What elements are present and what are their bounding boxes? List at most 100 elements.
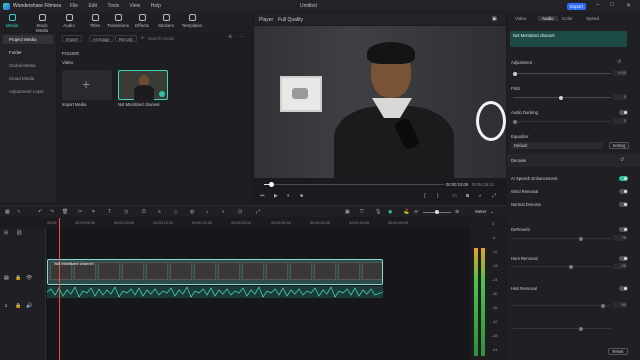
import-media-card[interactable]: + <box>62 70 112 100</box>
add-track-icon[interactable]: ⊞ <box>4 230 8 236</box>
zoom-knob[interactable] <box>435 210 439 214</box>
equalizer-setting-button[interactable]: Setting <box>609 142 629 149</box>
tool-media[interactable]: Media <box>0 14 24 28</box>
fullscreen-icon[interactable]: ⤢ <box>492 193 496 199</box>
mic-icon[interactable]: 🎙 <box>375 209 381 215</box>
timer-icon[interactable]: ⏱ <box>142 209 146 215</box>
minimize-icon[interactable]: – <box>596 2 599 8</box>
pause-icon[interactable]: ⏸ <box>287 193 290 199</box>
redo-icon[interactable]: ↷ <box>50 209 54 215</box>
denoise-reset-icon[interactable]: ↺ <box>620 157 624 163</box>
pitch-value[interactable]: 0 <box>613 94 627 100</box>
maximize-icon[interactable]: □ <box>610 2 614 8</box>
hiss-level-knob[interactable] <box>579 326 583 331</box>
zoom-out-icon[interactable]: ⊖ <box>414 209 418 215</box>
delete-icon[interactable]: 🗑 <box>62 209 68 215</box>
hiss-value[interactable]: 50 <box>613 302 627 308</box>
pitch-knob[interactable] <box>559 95 563 100</box>
speaker-icon[interactable]: 🔊 <box>26 303 32 309</box>
hum-slider[interactable] <box>513 264 611 269</box>
adjustment-value[interactable]: 0.00 <box>613 70 627 76</box>
reset-icon[interactable]: ↺ <box>617 59 621 65</box>
snap-icon[interactable]: ◉ <box>388 209 392 215</box>
hiss-slider[interactable] <box>513 303 611 308</box>
display-icon[interactable]: ▭ <box>452 193 457 199</box>
speed-icon[interactable]: ◷ <box>124 209 128 215</box>
filter-icon[interactable]: ⚟ <box>228 34 232 40</box>
text-icon[interactable]: T <box>108 209 111 215</box>
zoom-slider[interactable] <box>423 210 451 214</box>
dereverb-toggle[interactable] <box>619 227 628 232</box>
ducking-knob[interactable] <box>513 119 517 124</box>
hum-value[interactable]: -25 <box>613 263 627 269</box>
tab-video[interactable]: Video <box>515 16 526 21</box>
menu-edit[interactable]: Edit <box>88 3 97 9</box>
cut-icon[interactable]: ✂ <box>78 209 82 215</box>
play-icon[interactable]: ▶ <box>274 193 278 199</box>
video-thumbnail-card[interactable] <box>118 70 168 100</box>
close-icon[interactable]: ✕ <box>626 2 631 9</box>
audio-waveform[interactable] <box>46 286 384 298</box>
hiss-knob[interactable] <box>601 303 605 308</box>
adjust-icon[interactable]: ≡ <box>158 209 161 215</box>
tab-color[interactable]: Color <box>562 16 573 21</box>
sidebar-item-folder[interactable]: Folder <box>3 48 53 57</box>
search-input[interactable]: Search media <box>148 35 218 42</box>
stabilize-icon[interactable]: ⊡ <box>238 209 242 215</box>
mark-out-icon[interactable]: } <box>437 193 439 199</box>
dereverb-slider[interactable] <box>513 236 611 241</box>
zoom-in-icon[interactable]: ⊕ <box>455 209 459 215</box>
eye-icon[interactable]: 👁 <box>26 275 32 281</box>
stop-icon[interactable]: ■ <box>300 193 303 199</box>
dereverb-knob[interactable] <box>579 236 583 241</box>
audio-lock-icon[interactable]: 🔒 <box>15 303 21 309</box>
volume-icon[interactable]: ◐ <box>479 193 482 199</box>
hum-knob[interactable] <box>569 264 573 269</box>
tool-stickers[interactable]: Stickers <box>154 14 178 28</box>
normal-denoise-toggle[interactable] <box>619 202 628 207</box>
snapshot-icon[interactable]: ▣ <box>492 16 497 22</box>
render-icon[interactable]: ▣ <box>345 209 350 215</box>
hiss-removal-toggle[interactable] <box>619 286 628 291</box>
audio-icon[interactable]: ♪ <box>206 209 209 215</box>
meter-dropdown-icon[interactable]: ⌄ <box>490 209 494 215</box>
equalizer-select[interactable]: Default <box>511 142 603 149</box>
ducking-value[interactable]: 0 <box>613 118 627 124</box>
playhead[interactable] <box>59 218 60 360</box>
select-tool-icon[interactable]: ↖ <box>17 209 21 215</box>
sidebar-item-project-media[interactable]: Project Media <box>3 35 53 44</box>
tool-audio[interactable]: Audio <box>57 14 81 28</box>
ai-speech-toggle[interactable] <box>619 176 628 181</box>
marker-icon[interactable]: ⛳ <box>403 209 409 215</box>
wind-removal-toggle[interactable] <box>619 189 628 194</box>
tab-audio[interactable]: Audio <box>538 16 558 21</box>
sidebar-item-cloud-media[interactable]: Cloud Media <box>3 74 53 83</box>
hiss-level-slider[interactable] <box>513 326 611 331</box>
prev-frame-icon[interactable]: ⏮ <box>260 193 265 199</box>
menu-file[interactable]: File <box>70 3 78 9</box>
ducking-slider[interactable] <box>513 119 611 124</box>
tool-effects[interactable]: Effects <box>130 14 154 28</box>
color-icon[interactable]: ◍ <box>190 209 194 215</box>
quality-select[interactable]: Full Quality <box>278 17 303 23</box>
progress-knob[interactable] <box>269 182 275 187</box>
tool-transitions[interactable]: Transitions <box>106 14 130 28</box>
undo-icon[interactable]: ↶ <box>38 209 42 215</box>
link-icon[interactable]: ⛓ <box>16 230 22 236</box>
sidebar-item-adjustment-layer[interactable]: Adjustment Layer <box>3 87 53 96</box>
layout-icon[interactable]: ▦ <box>5 209 10 215</box>
export-button[interactable]: Export <box>567 3 586 10</box>
sidebar-item-global-media[interactable]: Global Media <box>3 61 53 70</box>
hum-removal-toggle[interactable] <box>619 256 628 261</box>
tool-titles[interactable]: Titles <box>83 14 107 28</box>
tab-speed[interactable]: Speed <box>586 16 599 21</box>
keyframe-icon[interactable]: ◇ <box>174 209 178 215</box>
import-button[interactable]: Import <box>62 35 82 42</box>
crop-icon[interactable]: ⌗ <box>92 209 95 215</box>
mark-in-icon[interactable]: { <box>424 193 426 199</box>
shield-icon[interactable]: ⛉ <box>360 209 364 215</box>
dereverb-value[interactable]: 70 <box>613 235 627 241</box>
ai-image-button[interactable]: AI Image <box>89 35 114 42</box>
adjustment-knob[interactable] <box>513 71 517 76</box>
more-icon[interactable]: ⋯ <box>239 34 244 40</box>
